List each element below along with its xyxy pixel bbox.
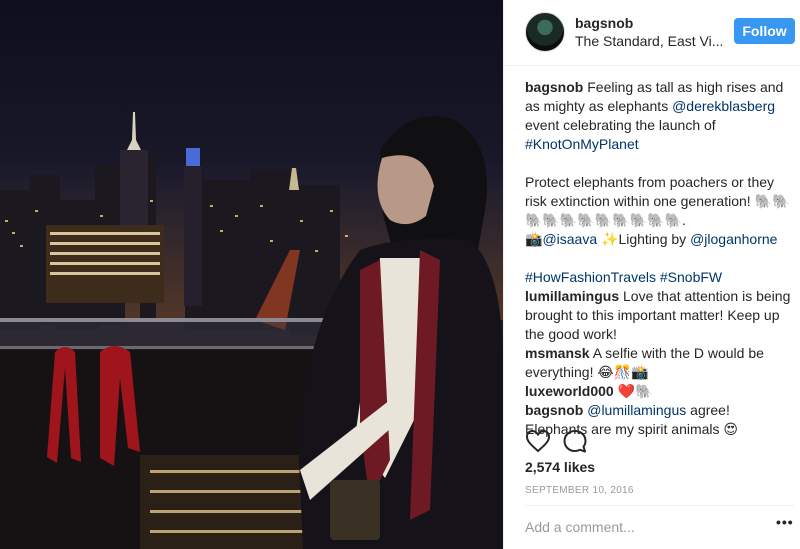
mention-link[interactable]: @lumillamingus [587, 402, 686, 418]
hashtag-link[interactable]: #HowFashionTravels [525, 269, 656, 285]
mention-link[interactable]: @isaava [542, 231, 597, 247]
list-item: luxeworld000 ❤️🐘 [525, 382, 793, 401]
post-side-panel: bagsnob The Standard, East Vi... Follow … [503, 0, 800, 549]
avatar[interactable] [525, 12, 565, 52]
comment-username[interactable]: msmansk [525, 345, 590, 361]
caption-text: event celebrating the launch of [525, 117, 716, 133]
camera-emoji: 📸 [525, 231, 543, 247]
post-username[interactable]: bagsnob [575, 15, 633, 31]
mention-link[interactable]: @derekblasberg [672, 98, 775, 114]
comment-input[interactable] [525, 516, 755, 538]
instagram-post: bagsnob The Standard, East Vi... Follow … [0, 0, 800, 549]
add-comment-bar: ••• [525, 505, 794, 549]
comment-text: ❤️🐘 [613, 383, 653, 399]
hashtag-link[interactable]: #KnotOnMyPlanet [525, 136, 639, 152]
more-options-icon[interactable]: ••• [776, 514, 794, 536]
caption-text: ✨Lighting by [597, 231, 691, 247]
post-date: SEPTEMBER 10, 2016 [525, 485, 634, 496]
post-location[interactable]: The Standard, East Vi... [575, 33, 723, 49]
comment-username[interactable]: lumillamingus [525, 288, 619, 304]
post-header: bagsnob The Standard, East Vi... Follow [504, 0, 800, 66]
comment-icon[interactable] [562, 429, 588, 453]
heart-icon[interactable] [525, 429, 551, 453]
caption-username[interactable]: bagsnob [525, 79, 583, 95]
list-item: msmansk A selfie with the D would be eve… [525, 344, 793, 382]
list-item: lumillamingus Love that attention is bei… [525, 287, 793, 344]
comment-list: bagsnob Feeling as tall as high rises an… [525, 78, 793, 439]
like-count[interactable]: 2,574 likes [525, 459, 595, 475]
mention-link[interactable]: @jloganhorne [690, 231, 777, 247]
comment-username[interactable]: luxeworld000 [525, 383, 614, 399]
follow-button[interactable]: Follow [734, 18, 795, 44]
caption: bagsnob Feeling as tall as high rises an… [525, 78, 793, 287]
hashtag-link[interactable]: #SnobFW [660, 269, 722, 285]
caption-text: Protect elephants from poachers or they … [525, 174, 790, 228]
night-city-photo [0, 0, 503, 549]
comment-username[interactable]: bagsnob [525, 402, 583, 418]
post-photo[interactable] [0, 0, 503, 549]
action-bar [504, 425, 800, 455]
